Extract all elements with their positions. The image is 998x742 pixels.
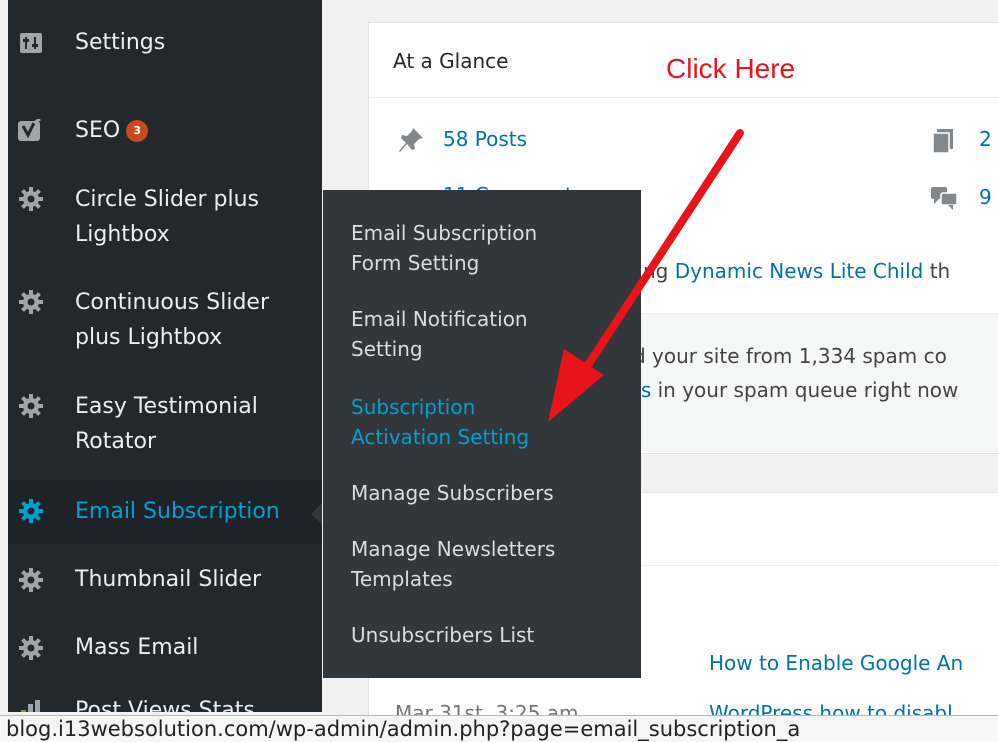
widget-divider xyxy=(369,97,998,98)
akismet-blocked-text: d your site from 1,334 spam co xyxy=(633,344,947,368)
sidebar-item-easy-testimonial[interactable]: Easy Testimonial Rotator xyxy=(8,389,322,461)
submenu-item-manage-templates[interactable]: Manage Newsletters Templates xyxy=(351,534,631,594)
sidebar-item-thumbnail-slider[interactable]: Thumbnail Slider xyxy=(8,563,322,599)
sidebar-item-label: Easy Testimonial Rotator xyxy=(75,394,258,454)
active-menu-pointer xyxy=(311,502,322,526)
submenu-item-form-setting[interactable]: Email Subscription Form Setting xyxy=(351,218,631,278)
submenu-item-notification-setting[interactable]: Email Notification Setting xyxy=(351,304,631,364)
chart-icon xyxy=(18,698,44,712)
pages-count-link[interactable]: 2 xyxy=(979,127,992,151)
email-subscription-submenu: Email Subscription Form Setting Email No… xyxy=(323,190,641,678)
gear-icon xyxy=(18,289,44,315)
sidebar-item-post-views-stats[interactable]: Post Views Stats xyxy=(8,694,322,712)
sidebar-item-label: SEO xyxy=(75,118,121,143)
submenu-item-activation-setting[interactable]: Subscription Activation Setting xyxy=(351,392,631,452)
submenu-item-unsubscribers-list[interactable]: Unsubscribers List xyxy=(351,620,631,650)
gear-icon xyxy=(18,186,44,212)
seo-notification-badge: 3 xyxy=(126,120,149,142)
sidebar-item-email-subscription[interactable]: Email Subscription xyxy=(8,480,322,544)
comments-icon xyxy=(931,187,959,215)
pin-icon xyxy=(397,126,425,158)
akismet-queue-text: in your spam queue right now xyxy=(651,378,959,402)
sidebar-item-label: Mass Email xyxy=(75,635,199,660)
widget-title: At a Glance xyxy=(393,49,509,73)
theme-text-prefix: ng xyxy=(643,259,675,283)
sidebar-item-settings[interactable]: Settings xyxy=(8,26,322,62)
admin-sidebar: Settings SEO 3 Circle Slider plus Lightbo… xyxy=(8,0,322,712)
gear-icon xyxy=(18,498,44,524)
gear-icon xyxy=(18,635,44,661)
yoast-seo-icon xyxy=(18,118,44,144)
sidebar-item-label: Circle Slider plus Lightbox xyxy=(75,187,259,247)
settings-icon xyxy=(18,30,44,56)
spam-count-link[interactable]: 9 xyxy=(979,185,992,209)
sidebar-item-label: Thumbnail Slider xyxy=(75,567,262,592)
gear-icon xyxy=(18,393,44,419)
posts-count-link[interactable]: 58 Posts xyxy=(443,127,527,151)
gear-icon xyxy=(18,567,44,593)
sidebar-item-label: Continuous Slider plus Lightbox xyxy=(75,290,269,350)
theme-link[interactable]: Dynamic News Lite Child xyxy=(675,259,924,283)
recent-post-link[interactable]: How to Enable Google An xyxy=(709,651,963,675)
submenu-item-manage-subscribers[interactable]: Manage Subscribers xyxy=(351,478,631,508)
sidebar-item-label: Settings xyxy=(75,30,166,55)
theme-text-suffix: th xyxy=(923,259,951,283)
sidebar-item-label: Post Views Stats xyxy=(75,698,255,712)
pages-icon xyxy=(931,129,955,157)
sidebar-item-continuous-slider[interactable]: Continuous Slider plus Lightbox xyxy=(8,285,322,357)
status-bar-url: blog.i13websolution.com/wp-admin/admin.p… xyxy=(0,715,998,742)
click-here-annotation: Click Here xyxy=(666,53,796,84)
sidebar-item-seo[interactable]: SEO 3 xyxy=(8,114,322,150)
sidebar-item-mass-email[interactable]: Mass Email xyxy=(8,631,322,667)
sidebar-item-circle-slider[interactable]: Circle Slider plus Lightbox xyxy=(8,182,322,254)
sidebar-item-label: Email Subscription xyxy=(75,499,280,524)
